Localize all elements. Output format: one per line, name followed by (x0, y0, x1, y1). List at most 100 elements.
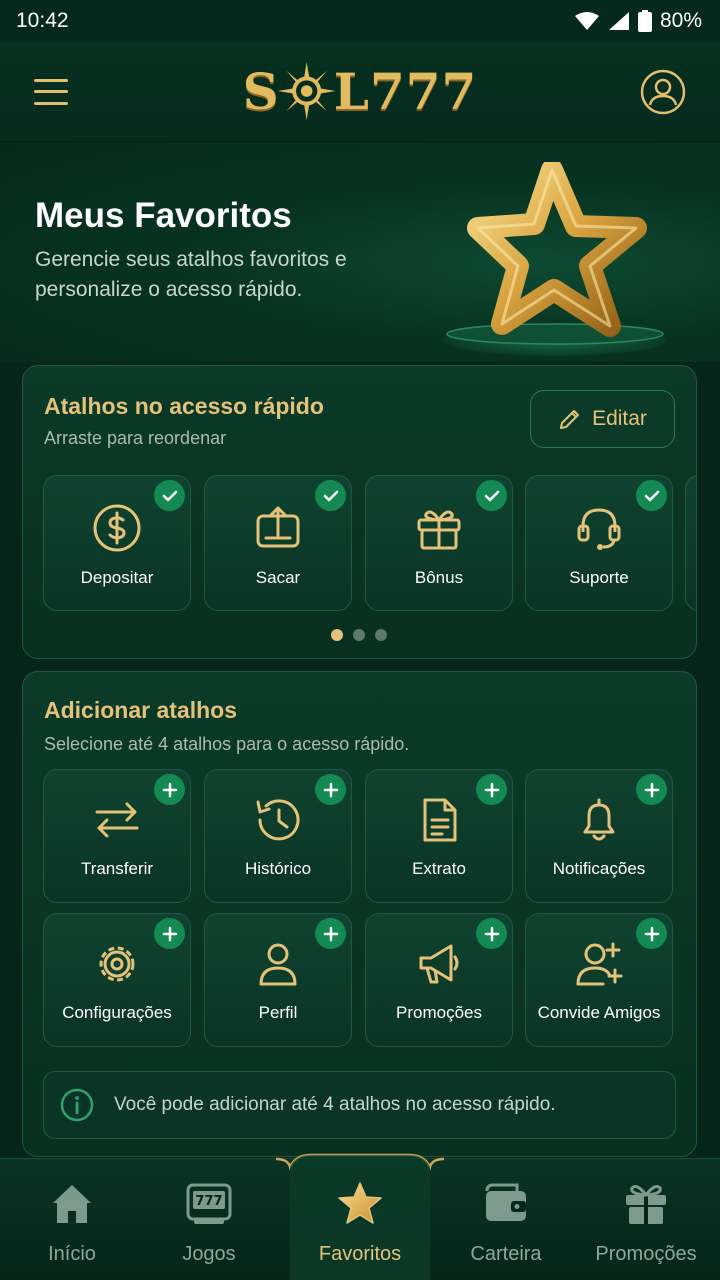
nav-inicio[interactable]: Início (0, 1159, 144, 1280)
add-shortcuts-card: Adicionar atalhos Selecione até 4 atalho… (22, 671, 697, 1157)
user-icon (259, 943, 297, 986)
add-tile-transferir[interactable]: Transferir (43, 769, 191, 903)
add-tile-perfil[interactable]: Perfil (204, 913, 352, 1047)
quick-tile-bonus[interactable]: Bônus (365, 475, 513, 611)
plus-badge-icon[interactable] (476, 918, 507, 949)
nav-carteira[interactable]: Carteira (434, 1159, 578, 1280)
status-icons: 80% (574, 9, 702, 33)
hero-banner: Meus Favoritos Gerencie seus atalhos fav… (0, 142, 720, 362)
headset-icon (577, 508, 621, 550)
add-shortcuts-title: Adicionar atalhos (44, 697, 237, 723)
info-notice: Você pode adicionar até 4 atalhos no ace… (43, 1071, 676, 1139)
gear-icon (99, 946, 135, 982)
tile-label: Perfil (258, 1003, 298, 1022)
add-tile-promocoes[interactable]: Promoções (365, 913, 513, 1047)
nav-label: Carteira (470, 1243, 542, 1265)
tile-label: Bônus (414, 568, 464, 587)
quick-tile-suporte[interactable]: Suporte (525, 475, 673, 611)
add-shortcuts-subtitle: Selecione até 4 atalhos para o acesso rá… (44, 734, 410, 754)
check-badge-icon (636, 480, 667, 511)
nav-label: Promoções (595, 1243, 697, 1265)
edit-label: Editar (592, 407, 647, 430)
tile-label: Suporte (569, 568, 629, 587)
page-dot[interactable] (375, 629, 387, 641)
add-tile-convide-amigos[interactable]: Convide Amigos (525, 913, 673, 1047)
quick-access-title: Atalhos no acesso rápido (44, 393, 324, 419)
plus-badge-icon[interactable] (315, 918, 346, 949)
gift-icon (417, 510, 461, 550)
pagination-dots (331, 629, 387, 641)
page-subtitle: Gerencie seus atalhos favoritos e person… (35, 248, 347, 301)
nav-promocoes[interactable]: Promoções (574, 1159, 718, 1280)
hamburger-menu-icon[interactable] (34, 78, 68, 105)
page-dot[interactable] (353, 629, 365, 641)
withdraw-icon (256, 506, 300, 548)
add-tile-notificacoes[interactable]: Notificações (525, 769, 673, 903)
quick-access-card: Atalhos no acesso rápido Arraste para re… (22, 365, 697, 659)
nav-jogos[interactable]: 777 Jogos (137, 1159, 281, 1280)
plus-badge-icon[interactable] (636, 918, 667, 949)
plus-badge-icon[interactable] (315, 774, 346, 805)
signal-icon (608, 12, 629, 30)
star-icon (338, 1182, 382, 1224)
pencil-icon (560, 410, 580, 429)
home-icon (53, 1185, 91, 1223)
app-header: S L777 (0, 42, 720, 142)
edit-button[interactable]: Editar (530, 390, 675, 448)
nav-label: Início (48, 1243, 96, 1265)
page-title: Meus Favoritos (35, 196, 292, 235)
svg-text:777: 777 (195, 1194, 222, 1209)
check-badge-icon (315, 480, 346, 511)
info-icon (60, 1088, 94, 1122)
tile-label: Histórico (244, 859, 312, 878)
transfer-arrows-icon (95, 802, 139, 838)
brand-logo: S L777 (243, 60, 478, 122)
info-text: Você pode adicionar até 4 atalhos no ace… (114, 1094, 556, 1115)
plus-badge-icon[interactable] (154, 774, 185, 805)
tile-label: Promoções (396, 1003, 482, 1022)
nav-label: Favoritos (318, 1243, 402, 1265)
logo-text-right: L777 (333, 61, 478, 121)
tile-label: Notificações (552, 859, 646, 878)
quick-tile-partial[interactable] (685, 475, 696, 611)
tile-label: Configurações (62, 1003, 172, 1022)
tile-label: Transferir (80, 859, 154, 878)
tile-label: Depositar (80, 568, 154, 587)
tile-label: Convide Amigos (537, 1003, 661, 1022)
nav-label: Jogos (182, 1243, 236, 1265)
wifi-icon (574, 12, 599, 30)
profile-icon[interactable] (640, 69, 686, 115)
plus-badge-icon[interactable] (476, 774, 507, 805)
add-tile-configuracoes[interactable]: Configurações (43, 913, 191, 1047)
battery-level: 80% (659, 9, 702, 32)
document-icon (423, 798, 457, 842)
history-clock-icon (256, 799, 300, 841)
bottom-navigation: Início 777 Jogos Favoritos Carteira Prom… (0, 1153, 720, 1280)
quick-tile-depositar[interactable]: Depositar (43, 475, 191, 611)
status-bar: 10:42 80% (0, 0, 720, 42)
status-time: 10:42 (16, 9, 69, 32)
gift-icon (626, 1185, 666, 1224)
logo-text-left: S (242, 61, 280, 121)
megaphone-icon (419, 944, 459, 984)
wallet-icon (485, 1183, 526, 1221)
battery-icon (637, 10, 652, 32)
sun-emblem-icon (277, 62, 336, 120)
add-tile-extrato[interactable]: Extrato (365, 769, 513, 903)
page-dot[interactable] (331, 629, 343, 641)
tile-label: Extrato (412, 859, 466, 878)
check-badge-icon (476, 480, 507, 511)
dollar-coin-icon (93, 504, 141, 552)
check-badge-icon (154, 480, 185, 511)
add-tile-historico[interactable]: Histórico (204, 769, 352, 903)
slot-machine-icon: 777 (186, 1183, 232, 1224)
plus-badge-icon[interactable] (636, 774, 667, 805)
nav-favoritos[interactable]: Favoritos (288, 1159, 432, 1280)
plus-badge-icon[interactable] (154, 918, 185, 949)
tile-label: Sacar (255, 568, 301, 587)
quick-access-subtitle: Arraste para reordenar (44, 428, 227, 448)
bell-icon (583, 798, 615, 841)
quick-tile-sacar[interactable]: Sacar (204, 475, 352, 611)
add-friend-icon (576, 942, 623, 986)
gold-star-illustration (443, 162, 667, 356)
